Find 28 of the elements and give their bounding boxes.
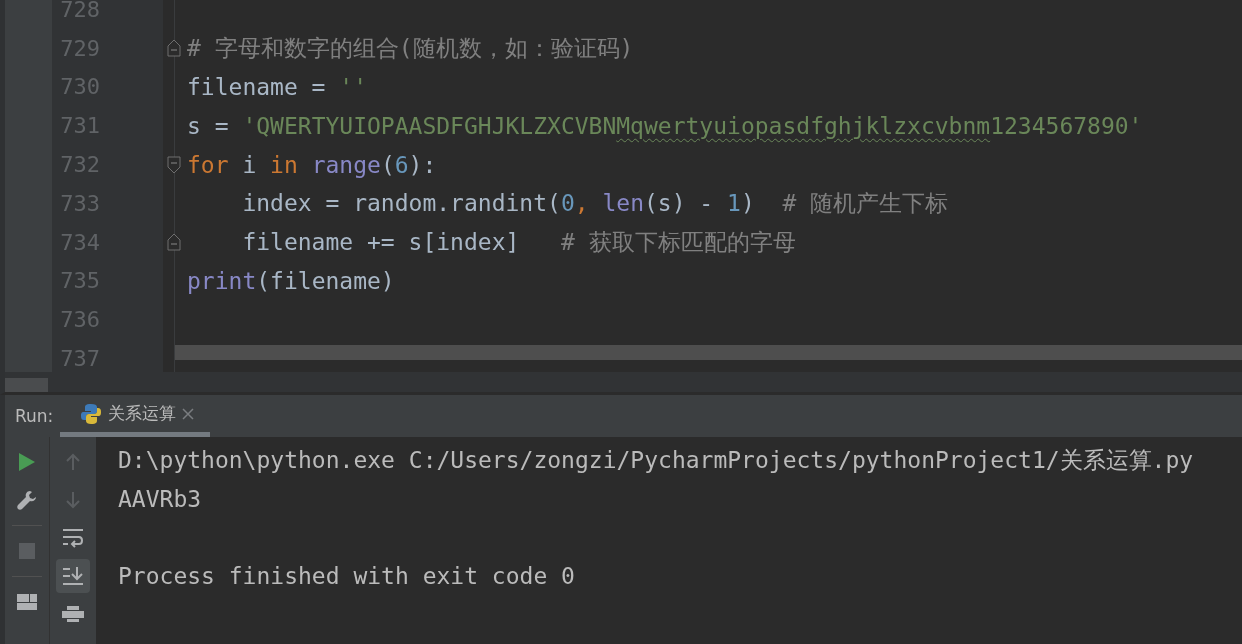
- close-icon[interactable]: [182, 407, 194, 420]
- file-type-icon: [80, 402, 102, 425]
- console-line: D:\python\python.exe C:/Users/zongzi/PycharmProjects/pythonProject1/关系运算.py: [118, 446, 1195, 475]
- code-line: print(filename): [187, 267, 395, 294]
- code-line: # 字母和数字的组合(随机数，如：验证码): [187, 33, 634, 63]
- code-line: s = 'QWERTYUIOPAASDFGHJKLZXCVBNMqwertyuiopasdfghjklzxcvbnm1234567890': [187, 112, 1143, 139]
- scrollbar-thumb[interactable]: [175, 345, 1242, 360]
- code-line: for i in range(6):: [187, 151, 437, 178]
- wrap-icon: [62, 528, 84, 548]
- layout-icon: [17, 594, 37, 610]
- print-icon: [62, 606, 84, 622]
- console-line: AAVRb3: [118, 484, 203, 514]
- scroll-to-end-icon: [62, 566, 84, 586]
- code-line: filename = '': [187, 74, 368, 100]
- code-line: index = random.randint(0, len(s) - 1) # 随机产生下标: [241, 188, 949, 218]
- wrench-icon: [16, 489, 38, 511]
- fold-marker-icon[interactable]: [167, 39, 181, 58]
- up-arrow-icon: [65, 453, 81, 471]
- console-line: Process finished with exit code 0: [118, 562, 576, 592]
- play-icon: [18, 452, 36, 472]
- fold-marker-icon[interactable]: [167, 233, 181, 252]
- panel-label: Run:: [15, 406, 55, 426]
- down-arrow-icon: [65, 491, 81, 509]
- scrollbar-thumb[interactable]: [5, 378, 48, 392]
- stop-icon: [19, 543, 35, 559]
- code-line: filename += s[index] # 获取下标匹配的字母: [241, 227, 796, 257]
- scroll-end-button[interactable]: [56, 559, 90, 593]
- fold-marker-icon[interactable]: [167, 155, 181, 174]
